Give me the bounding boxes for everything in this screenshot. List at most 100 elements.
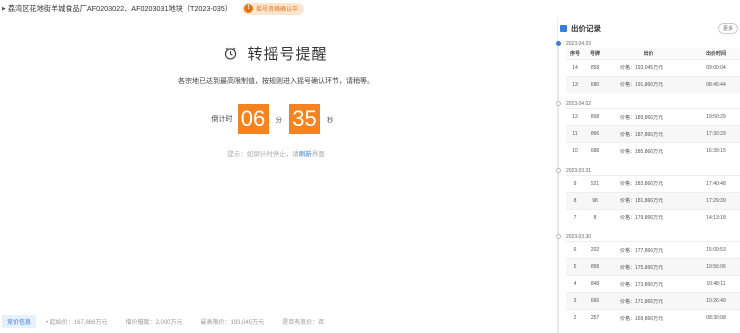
table-cell: 6	[566, 241, 584, 259]
refresh-link[interactable]: 刷新	[299, 151, 312, 158]
bid-info-tag: 竞价信息	[2, 314, 37, 328]
table-cell: 666	[584, 292, 606, 310]
table-row: 11 866 价格：187,866万元 17:30:29	[566, 125, 740, 143]
table-cell: 08:45:44	[691, 75, 740, 93]
table-row: 4 848 价格：173,866万元 10:48:11	[566, 275, 740, 293]
group-date: 2023.03.31	[566, 167, 592, 174]
column-header: 序号	[566, 48, 584, 59]
table-cell: 价格：185,866万元	[606, 142, 691, 160]
table-cell: 价格：169,866万元	[606, 309, 691, 327]
clock-icon	[225, 47, 237, 60]
column-header: 出价时间	[691, 48, 740, 59]
table-cell: 11	[566, 125, 584, 143]
status-badge: ! 摇号资格确认中	[241, 2, 304, 15]
table-row: 9 521 价格：183,866万元 17:40:48	[566, 174, 740, 192]
bid-record-header: 出价记录 更多	[560, 22, 738, 34]
bid-table: 12 808 价格：189,866万元 19:50:29 11 866 价格：187,866…	[566, 108, 740, 160]
table-cell: 8	[566, 191, 584, 209]
status-badge-label: 摇号资格确认中	[255, 7, 298, 13]
table-cell: 09:00:04	[691, 58, 740, 76]
table-cell: 价格：177,866万元	[606, 241, 691, 259]
table-cell: 848	[584, 275, 606, 293]
bid-record-title: 出价记录	[571, 23, 601, 33]
table-cell: 价格：181,866万元	[606, 191, 691, 209]
table-row: 12 808 价格：189,866万元 19:50:29	[566, 108, 740, 126]
bid-record-panel: 出价记录 更多 2023.04.03 序号 号牌 出价 出价时间 14 858 价格：193,…	[556, 18, 740, 333]
heading-row: 转摇号提醒	[0, 43, 552, 64]
table-row: 7 8 价格：179,866万元 14:13:18	[566, 208, 740, 226]
seconds-unit: 秒	[327, 117, 334, 124]
table-cell: 521	[584, 174, 606, 192]
hint-text: 提示：如倒计时停止，请刷新界面	[0, 148, 552, 158]
timeline-dot-icon	[556, 41, 561, 46]
table-cell: 价格：173,866万元	[606, 275, 691, 293]
table-cell: 13	[566, 75, 584, 93]
column-header: 号牌	[584, 48, 606, 59]
table-cell: 98	[584, 191, 606, 209]
countdown-minutes: 06	[237, 104, 269, 134]
table-cell: 7	[566, 208, 584, 226]
timeline-dot-icon	[556, 234, 561, 239]
table-row: 6 202 价格：177,866万元 15:09:53	[566, 241, 740, 259]
table-row: 14 858 价格：193,045万元 09:00:04	[566, 58, 740, 76]
table-cell: 15:09:53	[691, 241, 740, 259]
main-panel: 转摇号提醒 各宗地已达到最高限制值，按规则进入摇号确认环节，请稍等。 倒计时 0…	[0, 18, 552, 333]
group-date: 2023.03.30	[566, 234, 592, 240]
bid-date-group: 2023.04.02 12 808 价格：189,866万元 19:50:29 11 866…	[556, 100, 740, 160]
description-text: 各宗地已达到最高限制值，按规则进入摇号确认环节，请稍等。	[178, 78, 374, 85]
start-price: • 起始价：167,866万元	[46, 319, 108, 326]
reserve-price: 是否有底价：否	[282, 319, 325, 326]
more-button[interactable]: 更多	[717, 22, 738, 34]
table-cell: 202	[584, 241, 606, 259]
countdown-label: 倒计时	[211, 116, 233, 123]
caret-right-icon: ▶	[2, 5, 6, 12]
table-cell: 858	[584, 258, 606, 276]
hint-prefix: 提示：如倒计时停止，请	[227, 151, 299, 158]
table-cell: 价格：191,866万元	[606, 75, 691, 93]
table-cell: 10	[566, 142, 584, 160]
bid-date-group: 2023.03.31 9 521 价格：183,866万元 17:40:48 8 98 价格：…	[556, 167, 740, 226]
table-cell: 价格：171,866万元	[606, 292, 691, 310]
bid-table: 6 202 价格：177,866万元 15:09:53 5 858 价格：175,866万元…	[566, 241, 740, 327]
table-cell: 17:40:48	[691, 174, 740, 192]
table-cell: 8	[584, 208, 606, 226]
table-cell: 9	[566, 174, 584, 192]
column-header: 出价	[606, 48, 691, 59]
minutes-unit: 分	[275, 117, 283, 124]
list-icon	[560, 24, 567, 32]
table-cell: 价格：193,045万元	[606, 58, 691, 76]
table-cell: 5	[566, 258, 584, 276]
bid-table: 9 521 价格：183,866万元 17:40:48 8 98 价格：181,866万元 1…	[566, 174, 740, 226]
table-cell: 价格：189,866万元	[606, 108, 691, 126]
table-row: 10 688 价格：185,866万元 16:39:15	[566, 142, 740, 160]
table-cell: 17:30:29	[691, 125, 740, 143]
table-cell: 17:29:39	[691, 191, 740, 209]
hint-suffix: 界面	[311, 151, 325, 158]
group-date: 2023.04.03	[566, 41, 592, 47]
table-cell: 12	[566, 108, 584, 126]
table-cell: 14:13:18	[691, 208, 740, 226]
table-cell: 866	[584, 125, 606, 143]
countdown: 倒计时 06 分 35 秒	[0, 104, 552, 134]
countdown-seconds: 35	[289, 104, 320, 134]
group-date: 2023.04.02	[566, 101, 592, 107]
table-cell: 价格：175,866万元	[606, 258, 691, 276]
table-cell: 808	[584, 108, 606, 126]
bid-info-bar: 竞价信息 • 起始价：167,866万元 增价幅度：2,000万元 最高限价：1…	[0, 314, 552, 328]
table-cell: 10:26:49	[691, 292, 740, 310]
table-row: 5 858 价格：175,866万元 10:56:06	[566, 258, 740, 276]
parcel-title: 荔湾区花地街羊城食品厂AF0203022、AF0203031地块（T2023-0…	[7, 3, 232, 13]
table-row: 2 257 价格：169,866万元 08:30:08	[566, 309, 740, 327]
bid-date-group: 2023.03.30 6 202 价格：177,866万元 15:09:53 5 858 价格…	[556, 233, 740, 327]
table-cell: 688	[584, 142, 606, 160]
top-bar: ▶ 荔湾区花地街羊城食品厂AF0203022、AF0203031地块（T2023…	[0, 0, 740, 17]
table-cell: 价格：187,866万元	[606, 125, 691, 143]
table-cell: 858	[584, 58, 606, 76]
table-row: 8 98 价格：181,866万元 17:29:39	[566, 191, 740, 209]
table-cell: 14	[566, 58, 584, 76]
table-cell: 10:48:11	[691, 275, 740, 293]
table-cell: 16:39:15	[691, 142, 740, 160]
timeline-dot-icon	[556, 101, 561, 106]
max-price: 最高限价：193,045万元	[200, 319, 265, 326]
table-row: 13 680 价格：191,866万元 08:45:44	[566, 75, 740, 93]
